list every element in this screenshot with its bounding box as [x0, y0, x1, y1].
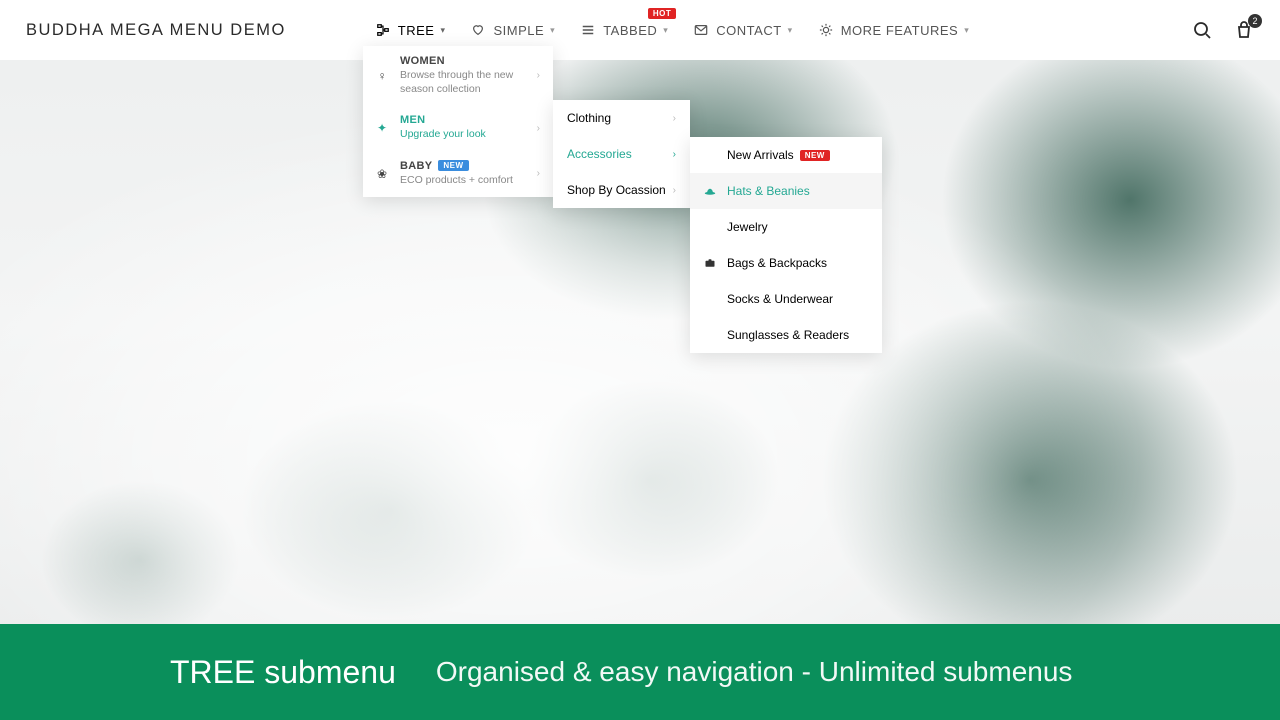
- level3-hats-beanies[interactable]: Hats & Beanies: [690, 173, 882, 209]
- topbar: BUDDHA MEGA MENU DEMO TREE ▾ SIMPLE ▾ TA…: [0, 0, 1280, 60]
- bag-icon: [704, 257, 716, 269]
- tree-level3-panel: New ArrivalsNEW Hats & Beanies Jewelry B…: [690, 137, 882, 353]
- menu-label: Shop By Ocassion: [567, 183, 666, 197]
- menu-label: Hats & Beanies: [727, 184, 810, 198]
- cart-count-badge: 2: [1248, 14, 1262, 28]
- tree-item-sub: Upgrade your look: [400, 128, 525, 142]
- nav-label: MORE FEATURES: [841, 23, 959, 38]
- nav-label: TABBED: [603, 23, 657, 38]
- nav-tabbed[interactable]: TABBED ▾ HOT: [581, 23, 668, 38]
- chevron-down-icon: ▾: [964, 25, 969, 36]
- chevron-down-icon: ▾: [663, 25, 668, 36]
- menu-label: New ArrivalsNEW: [727, 148, 830, 162]
- nav-tree[interactable]: TREE ▾: [376, 23, 446, 38]
- menu-label: Bags & Backpacks: [727, 256, 827, 270]
- tree-item-baby[interactable]: ❀ BABYNEW ECO products + comfort ›: [363, 151, 553, 197]
- chevron-down-icon: ▾: [440, 25, 445, 36]
- bulb-icon: [819, 23, 833, 37]
- cart-icon[interactable]: 2: [1234, 20, 1254, 40]
- menu-label: Sunglasses & Readers: [727, 328, 849, 342]
- new-badge: NEW: [800, 150, 830, 161]
- woman-icon: ♀: [376, 69, 388, 83]
- tree-item-men[interactable]: ✦ MEN Upgrade your look ›: [363, 105, 553, 151]
- level3-bags-backpacks[interactable]: Bags & Backpacks: [690, 245, 882, 281]
- chevron-right-icon: ›: [537, 70, 540, 81]
- tree-item-title: WOMEN: [400, 55, 525, 67]
- level3-new-arrivals[interactable]: New ArrivalsNEW: [690, 137, 882, 173]
- header-tools: 2: [1192, 20, 1254, 40]
- nav-simple[interactable]: SIMPLE ▾: [471, 23, 555, 38]
- level2-shop-by-occasion[interactable]: Shop By Ocassion ›: [553, 172, 690, 208]
- menu-label: Clothing: [567, 111, 611, 125]
- tree-item-women[interactable]: ♀ WOMEN Browse through the new season co…: [363, 46, 553, 105]
- new-badge: NEW: [438, 160, 468, 171]
- hat-icon: [704, 185, 716, 197]
- chevron-down-icon: ▾: [788, 25, 793, 36]
- tree-item-sub: Browse through the new season collection: [400, 69, 525, 96]
- main-nav: TREE ▾ SIMPLE ▾ TABBED ▾ HOT CONTACT ▾: [376, 23, 969, 38]
- search-icon[interactable]: [1192, 20, 1212, 40]
- nav-label: SIMPLE: [493, 23, 544, 38]
- chevron-right-icon: ›: [537, 168, 540, 179]
- menu-label: Accessories: [567, 147, 632, 161]
- tree-item-title: MEN: [400, 114, 525, 126]
- tree-item-sub: ECO products + comfort: [400, 174, 525, 188]
- level2-clothing[interactable]: Clothing ›: [553, 100, 690, 136]
- tree-icon: [376, 23, 390, 37]
- tree-level2-panel: Clothing › Accessories › Shop By Ocassio…: [553, 100, 690, 208]
- chevron-down-icon: ▾: [550, 25, 555, 36]
- hot-badge: HOT: [648, 8, 676, 19]
- level3-sunglasses-readers[interactable]: Sunglasses & Readers: [690, 317, 882, 353]
- promo-banner: TREE submenu Organised & easy navigation…: [0, 624, 1280, 720]
- menu-label: Jewelry: [727, 220, 768, 234]
- nav-more-features[interactable]: MORE FEATURES ▾: [819, 23, 970, 38]
- chevron-right-icon: ›: [673, 149, 676, 160]
- nav-contact[interactable]: CONTACT ▾: [694, 23, 792, 38]
- level3-socks-underwear[interactable]: Socks & Underwear: [690, 281, 882, 317]
- man-icon: ✦: [376, 121, 388, 135]
- banner-title: TREE submenu: [170, 654, 396, 691]
- level2-accessories[interactable]: Accessories ›: [553, 136, 690, 172]
- chevron-right-icon: ›: [673, 185, 676, 196]
- nav-label: CONTACT: [716, 23, 781, 38]
- mail-icon: [694, 23, 708, 37]
- banner-subtitle: Organised & easy navigation - Unlimited …: [436, 656, 1073, 688]
- menu-label: Socks & Underwear: [727, 292, 833, 306]
- tree-item-title: BABYNEW: [400, 160, 525, 172]
- nav-label: TREE: [398, 23, 435, 38]
- lines-icon: [581, 23, 595, 37]
- chevron-right-icon: ›: [537, 123, 540, 134]
- heart-icon: [471, 23, 485, 37]
- baby-icon: ❀: [376, 167, 388, 181]
- tree-level1-panel: ♀ WOMEN Browse through the new season co…: [363, 46, 553, 197]
- site-logo[interactable]: BUDDHA MEGA MENU DEMO: [26, 21, 286, 40]
- chevron-right-icon: ›: [673, 113, 676, 124]
- level3-jewelry[interactable]: Jewelry: [690, 209, 882, 245]
